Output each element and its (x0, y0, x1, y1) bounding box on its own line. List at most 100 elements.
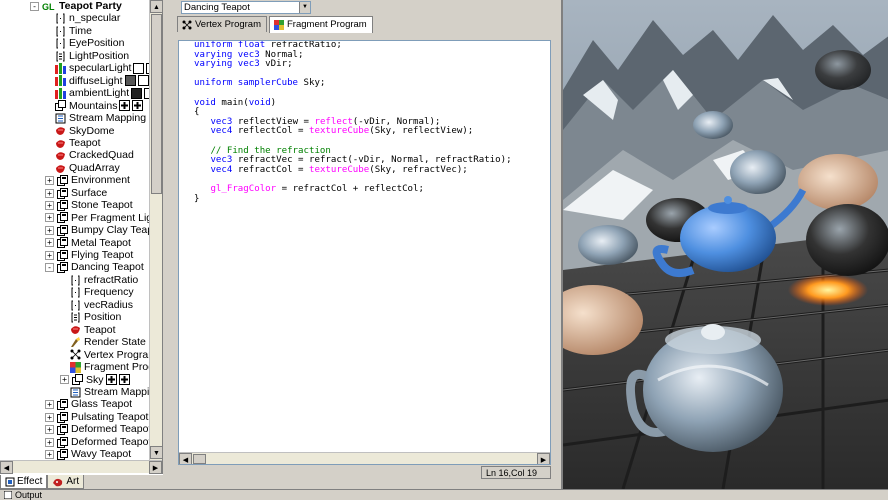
tree-item[interactable]: refractRatio (70, 274, 138, 287)
chevron-down-icon[interactable]: ▼ (299, 2, 310, 13)
code-line: } (194, 194, 512, 205)
workspace-tree[interactable]: - GL Teapot Party n_specular Time EyePosit… (0, 0, 149, 460)
cube-map-face-icon[interactable] (118, 374, 130, 386)
color-swatch[interactable] (124, 75, 136, 87)
expand-icon[interactable]: + (45, 238, 54, 248)
tree-item[interactable]: - Dancing Teapot (45, 261, 144, 274)
color-swatch[interactable] (137, 75, 149, 87)
tab-art[interactable]: Art (47, 475, 85, 489)
expand-icon[interactable]: + (45, 176, 54, 186)
tree-item[interactable]: + Pulsating Teapot (45, 411, 148, 424)
tree-item[interactable]: vecRadius (70, 299, 133, 312)
tree-item[interactable]: CrackedQuad (55, 149, 134, 162)
code-text[interactable]: uniform float refractRatio; varying vec3 … (194, 41, 512, 204)
model-icon (55, 138, 66, 149)
scroll-up-arrow-icon[interactable]: ▲ (150, 0, 162, 13)
scroll-left-arrow-icon[interactable]: ◀ (179, 453, 192, 464)
program-tabs: Vertex Program Fragment Program (177, 16, 375, 33)
stream-icon (55, 113, 66, 124)
tree-item-label: Environment (71, 174, 130, 187)
expand-icon[interactable]: + (45, 188, 54, 198)
tree-item[interactable]: Fragment Program (70, 361, 149, 374)
tree-horizontal-scrollbar[interactable]: ◀ ▶ (0, 460, 162, 474)
tree-item[interactable]: + Deformed Teapot 1 (45, 423, 149, 436)
scroll-right-arrow-icon[interactable]: ▶ (149, 461, 162, 474)
tree-item[interactable]: Stream Mapping (70, 386, 149, 399)
tree-item[interactable]: + Wavy Teapot (45, 448, 131, 460)
tree-item[interactable]: ambientLight (55, 87, 149, 100)
tree-item[interactable]: EyePosition (55, 37, 124, 50)
tree-item[interactable]: QuadArray (55, 162, 120, 175)
scroll-down-arrow-icon[interactable]: ▼ (150, 446, 162, 459)
color-swatch[interactable] (133, 63, 145, 74)
expand-icon[interactable]: + (45, 213, 54, 223)
tree-root[interactable]: - GL Teapot Party (30, 0, 122, 13)
tab-effect[interactable]: Effect (0, 475, 48, 489)
tree-item-label: specularLight (69, 62, 132, 75)
output-label: Output (15, 489, 43, 500)
output-icon (4, 491, 12, 499)
color-icon (55, 87, 66, 99)
tree-item[interactable]: + Metal Teapot (45, 237, 131, 250)
tree-item[interactable]: Mountains (55, 100, 144, 113)
tree-item[interactable]: + Bumpy Clay Teapot (45, 224, 149, 237)
tree-item[interactable]: diffuseLight (55, 75, 149, 88)
scroll-right-arrow-icon[interactable]: ▶ (537, 453, 550, 464)
color-swatch[interactable] (131, 87, 143, 99)
cube-map-face-icon[interactable] (132, 100, 144, 112)
model-icon (55, 163, 66, 174)
render-viewport[interactable] (561, 0, 888, 489)
tab-fragment-program[interactable]: Fragment Program (269, 16, 373, 33)
effect-select[interactable]: Dancing Teapot ▼ (181, 1, 311, 14)
tab-vertex-program[interactable]: Vertex Program (177, 16, 267, 32)
tree-item[interactable]: Teapot (55, 137, 101, 150)
tree-item[interactable]: Stream Mapping (55, 112, 146, 125)
cube-map-face-icon[interactable] (119, 100, 131, 112)
code-editor[interactable]: uniform float refractRatio; varying vec3 … (178, 40, 551, 465)
tree-item[interactable]: Position (70, 311, 121, 324)
tree-item[interactable]: SkyDome (55, 125, 115, 138)
cube-map-face-icon[interactable] (105, 374, 117, 386)
expand-icon[interactable]: + (45, 425, 54, 435)
expand-icon[interactable]: + (45, 200, 54, 210)
tree-item[interactable]: specularLight (55, 62, 149, 75)
scroll-thumb[interactable] (151, 14, 162, 194)
tree-item[interactable]: LightPosition (55, 50, 129, 63)
tree-item[interactable]: Render State (70, 336, 146, 349)
expand-icon[interactable]: + (45, 437, 54, 447)
output-panel-bar[interactable]: Output (0, 489, 888, 500)
collapse-icon[interactable]: - (45, 263, 54, 273)
tree-item[interactable]: + Sky (60, 374, 130, 387)
scroll-thumb[interactable] (193, 454, 206, 464)
tree-item[interactable]: + Environment (45, 174, 130, 187)
tree-item[interactable]: Teapot (70, 324, 116, 337)
effect-icon (57, 249, 68, 261)
code-token: (Sky, reflectView); (369, 126, 474, 137)
tree-item[interactable]: Time (55, 25, 92, 38)
code-horizontal-scrollbar[interactable]: ◀ ▶ (179, 452, 550, 464)
model-icon (70, 324, 81, 335)
expand-icon[interactable]: + (45, 412, 54, 422)
texture-icon (55, 100, 66, 112)
tree-item[interactable]: + Stone Teapot (45, 199, 133, 212)
tree-item[interactable]: n_specular (55, 12, 120, 25)
art-tab-icon (53, 478, 63, 486)
expand-icon[interactable]: + (60, 375, 69, 385)
code-token: vec3 (210, 116, 233, 127)
tree-item[interactable]: + Deformed Teapot 2 (45, 436, 149, 449)
expand-icon[interactable]: + (45, 400, 54, 410)
expand-icon[interactable]: + (45, 250, 54, 260)
tree-item[interactable]: Frequency (70, 286, 134, 299)
tree-item[interactable]: + Glass Teapot (45, 398, 132, 411)
code-token: uniform float (194, 40, 266, 50)
tree-vertical-scrollbar[interactable]: ▲ ▼ (149, 0, 162, 460)
tree-item[interactable]: + Per Fragment Lighting (45, 212, 149, 225)
scroll-left-arrow-icon[interactable]: ◀ (0, 461, 13, 474)
tree-item[interactable]: Vertex Program (70, 349, 149, 362)
expand-icon[interactable]: + (45, 449, 54, 459)
tree-item[interactable]: + Surface (45, 187, 107, 200)
expand-icon[interactable]: + (45, 225, 54, 235)
tree-item[interactable]: + Flying Teapot (45, 249, 133, 262)
collapse-icon[interactable]: - (30, 1, 39, 11)
